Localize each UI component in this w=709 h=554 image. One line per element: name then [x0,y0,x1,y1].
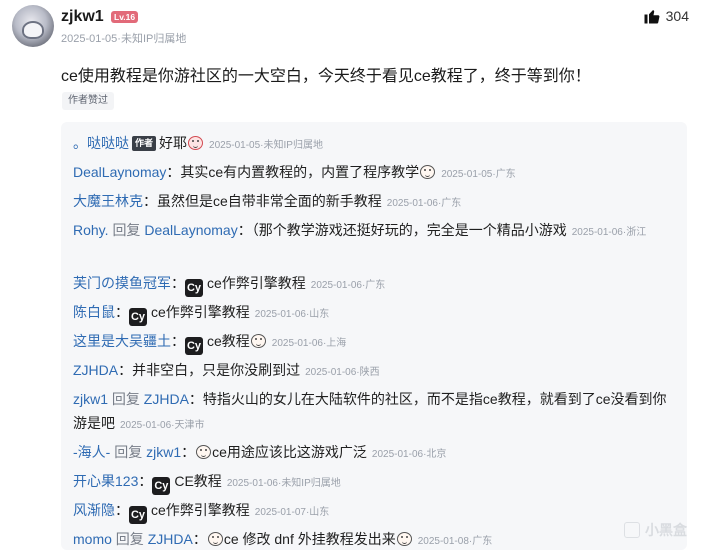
thumbs-up-icon [644,10,660,24]
reply-author[interactable]: Rohy. [73,222,109,238]
reply-text: CE教程 [174,473,222,489]
reply-meta: 2025-01-06·山东 [254,309,330,320]
reply-author[interactable]: zjkw1 [73,391,108,407]
reply-text: ce 修改 dnf 外挂教程发出来 [223,531,396,547]
reply-meta: 2025-01-05·广东 [441,169,516,180]
cheat-engine-icon: Cy [129,506,147,524]
separator: ： [118,362,133,378]
reply-text: 并非空白，只是你没刷到过 [132,362,301,378]
reply-item[interactable]: zjkw1 回复 ZJHDA：特指火山的女儿在大陆软件的社区，而不是指ce教程，… [73,387,677,438]
reply-author[interactable]: momo [73,531,112,547]
reply-author[interactable]: -海人- [73,444,110,460]
post-meta: 2025-01-05·未知IP归属地 [61,30,186,46]
emoji-icon [396,532,412,546]
reply-item[interactable]: 陈白鼠： Cy ce作弊引擎教程 2025-01-06·山东 [73,300,677,327]
reply-meta: 2025-01-05·未知IP归属地 [209,140,323,151]
cheat-engine-icon: Cy [185,337,203,355]
reply-label: 回复 [114,444,143,460]
post-date: 2025-01-05 [61,33,118,45]
reply-meta: 2025-01-06·广东 [310,280,386,291]
reply-target[interactable]: zjkw1 [146,444,181,460]
reply-text: 其实ce有内置教程的，内置了程序教学 [180,164,420,180]
reply-target[interactable]: DealLaynomay [144,222,237,238]
emoji-icon [188,136,204,150]
separator: ： [115,502,129,518]
reply-meta: 2025-01-08·广东 [417,536,493,547]
emoji-icon [250,334,266,348]
like-count: 304 [665,8,689,24]
reply-meta: 2025-01-06·陕西 [305,367,380,378]
reply-author[interactable]: 开心果123 [73,473,138,489]
reply-item[interactable]: momo 回复 ZJHDA： ce 修改 dnf 外挂教程发出来 2025-01-0… [73,527,677,554]
reply-author[interactable]: 。哒哒哒 [73,135,129,151]
reply-meta: 2025-01-06·未知IP归属地 [226,478,341,489]
reply-item[interactable]: 芙门の摸鱼冠军： Cy ce作弊引擎教程 2025-01-06·广东 [73,271,677,298]
reply-list: 。哒哒哒 作者 好耶 2025-01-05·未知IP归属地 DealLaynomay：… [61,122,687,550]
reply-text: ce作弊引擎教程 [151,502,250,518]
post-location: 未知IP归属地 [120,33,187,45]
emoji-icon [420,165,436,179]
reply-item[interactable]: 大魔王林克：虽然但是ce自带非常全面的新手教程 2025-01-06·广东 [73,189,677,216]
separator: ： [143,193,157,209]
reply-item[interactable]: 。哒哒哒 作者 好耶 2025-01-05·未知IP归属地 [73,131,677,158]
reply-item[interactable]: 这里是大吴疆土： Cy ce教程 2025-01-06·上海 [73,329,677,356]
reply-item[interactable]: 风渐隐： Cy ce作弊引擎教程 2025-01-07·山东 [73,498,677,525]
reply-meta: 2025-01-06·上海 [271,338,347,349]
reply-author[interactable]: 风渐隐 [73,502,115,518]
separator: ： [171,275,185,291]
reply-item[interactable]: 开心果123： Cy CE教程 2025-01-06·未知IP归属地 [73,469,677,496]
reply-author[interactable]: 这里是大吴疆土 [73,333,171,349]
reply-label: 回复 [112,222,141,238]
post-content: ce使用教程是你游社区的一大空白，今天终于看见ce教程了，终于等到你！ [61,68,591,85]
reply-item[interactable]: ZJHDA：并非空白，只是你没刷到过 2025-01-06·陕西 [73,358,677,385]
separator: ： [192,531,207,547]
reply-text: ce用途应该比这游戏广泛 [212,444,367,460]
avatar[interactable] [12,5,54,47]
separator: ： [171,333,185,349]
reply-target[interactable]: ZJHDA [144,391,189,407]
reply-author[interactable]: 芙门の摸鱼冠军 [73,275,171,291]
cheat-engine-icon: Cy [152,477,171,495]
reply-item[interactable]: DealLaynomay：其实ce有内置教程的，内置了程序教学 2025-01-0… [73,160,677,187]
reply-author[interactable]: DealLaynomay [73,164,166,180]
reply-author[interactable]: 陈白鼠 [73,304,115,320]
watermark: 小黑盒 [624,520,687,540]
emoji-icon [207,532,223,546]
separator: ： [188,391,203,407]
reply-author[interactable]: 大魔王林克 [73,193,143,209]
emoji-icon [196,445,212,459]
reply-text: ce教程 [207,333,250,349]
reply-meta: 2025-01-06·天津市 [120,420,205,431]
like-button[interactable]: 304 [643,7,689,25]
reply-text: 好耶 [159,135,188,151]
separator: ： [181,444,196,460]
heybox-logo-icon [624,522,640,538]
reply-label: 回复 [115,531,144,547]
post-username[interactable]: zjkw1 [61,8,104,26]
level-badge: Lv.16 [111,11,139,23]
cheat-engine-icon: Cy [129,308,147,326]
separator: ： [138,473,153,489]
reply-label: 回复 [111,391,140,407]
reply-text: 虽然但是ce自带非常全面的新手教程 [157,193,382,209]
reply-meta: 2025-01-06·北京 [371,449,447,460]
reply-meta: 2025-01-06·浙江 [571,227,647,238]
author-badge: 作者 [132,136,157,151]
watermark-text: 小黑盒 [645,522,687,538]
reply-text: ce作弊引擎教程 [207,275,306,291]
separator: ： [237,222,252,238]
author-liked-tag: 作者赞过 [62,92,114,110]
reply-target[interactable]: ZJHDA [148,531,193,547]
reply-meta: 2025-01-06·广东 [386,198,462,209]
reply-item[interactable]: -海人- 回复 zjkw1： ce用途应该比这游戏广泛 2025-01-06·北京 [73,440,677,467]
cheat-engine-icon: Cy [185,279,203,297]
reply-author[interactable]: ZJHDA [73,362,118,378]
separator: ： [166,164,181,180]
reply-text: ce作弊引擎教程 [151,304,250,320]
reply-text: （那个教学游戏还挺好玩的，完全是一个精品小游戏 [251,222,567,238]
reply-item[interactable]: Rohy. 回复 DealLaynomay：（那个教学游戏还挺好玩的，完全是一个… [73,218,677,245]
separator: ： [115,304,129,320]
reply-meta: 2025-01-07·山东 [254,507,330,518]
